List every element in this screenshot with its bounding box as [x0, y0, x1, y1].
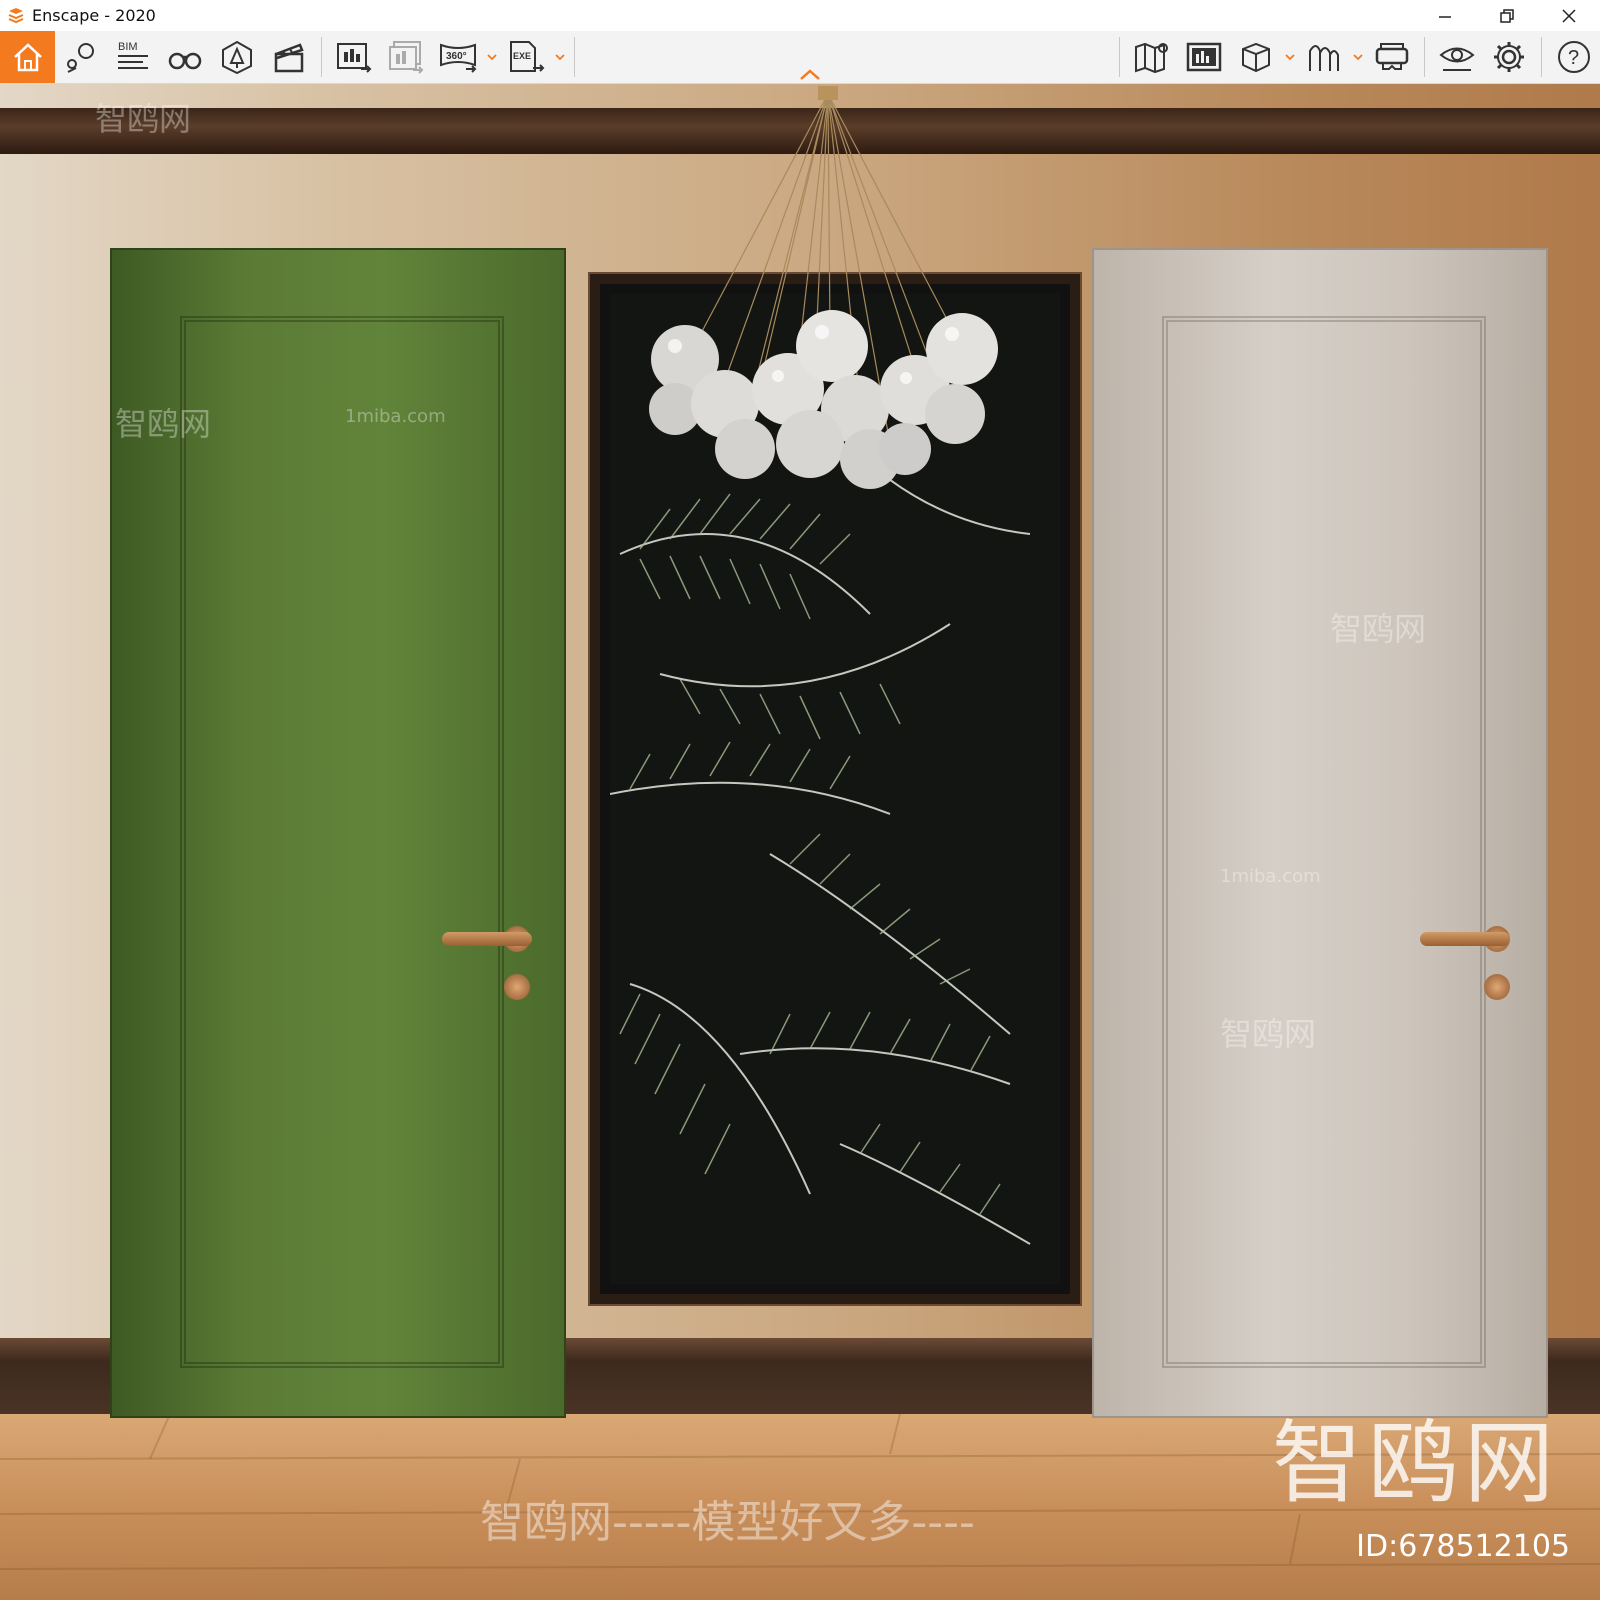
minimize-icon: [1439, 15, 1451, 18]
minimap-button[interactable]: [1126, 31, 1178, 83]
door-handle: [1420, 932, 1510, 946]
video-editor-icon: [274, 43, 304, 73]
vr-headset-button[interactable]: [1366, 31, 1418, 83]
panorama-label: 360°: [446, 51, 467, 62]
render-viewport[interactable]: 智鸥网 智鸥网 1miba.com 智鸥网 1miba.com 智鸥网 智鸥网-…: [0, 84, 1600, 1600]
render-view-button[interactable]: [1178, 31, 1230, 83]
settings-icon: [1494, 42, 1524, 72]
toolbar-separator: [574, 37, 575, 77]
window-title: Enscape - 2020: [32, 6, 156, 25]
asset-library-icon: [222, 40, 252, 75]
title-bar: Enscape - 2020: [0, 0, 1600, 31]
watermark-text: 智鸥网: [1330, 610, 1427, 648]
minimap-icon: [1135, 42, 1168, 74]
chevron-down-icon: [1353, 54, 1363, 61]
enscape-logo-icon: [6, 6, 26, 26]
toolbar-separator: [1424, 37, 1425, 77]
panorama-button[interactable]: 360°: [432, 31, 484, 83]
bubble-chandelier: [620, 84, 1020, 504]
panorama-dropdown-caret[interactable]: [484, 31, 500, 83]
binoculars-icon: [168, 52, 202, 70]
bim-button[interactable]: BIM: [107, 31, 159, 83]
export-dropdown-caret[interactable]: [552, 31, 568, 83]
watermark-text: 智鸥网: [1220, 1015, 1317, 1053]
batch-render-button[interactable]: [380, 31, 432, 83]
door-panel: [180, 316, 504, 1368]
toolbar-separator: [1541, 37, 1542, 77]
grey-door: [1092, 248, 1548, 1418]
chevron-down-icon: [1285, 54, 1295, 61]
vr-headset-icon: [1375, 43, 1409, 70]
door-panel: [1162, 316, 1486, 1368]
chevron-down-icon: [555, 54, 565, 61]
home-icon: [13, 43, 42, 72]
help-icon: ?: [1558, 41, 1590, 73]
render-screenshot-icon: [337, 43, 372, 73]
cube-dropdown-caret[interactable]: [1282, 31, 1298, 83]
close-button[interactable]: [1538, 0, 1600, 31]
watermark-text: 智鸥网: [115, 405, 212, 443]
home-button[interactable]: [0, 31, 55, 83]
help-button[interactable]: ?: [1548, 31, 1600, 83]
watermark-id: ID:678512105: [1356, 1529, 1570, 1564]
render-screenshot-button[interactable]: [328, 31, 380, 83]
asset-library-button[interactable]: [211, 31, 263, 83]
door-lock: [504, 974, 530, 1000]
watermark-center-text: 智鸥网-----模型好又多----: [480, 1497, 975, 1548]
restore-icon: [1500, 8, 1514, 23]
render-view-icon: [1186, 42, 1222, 72]
chevron-up-icon: [800, 69, 820, 80]
restore-button[interactable]: [1476, 0, 1538, 31]
toolbar-separator: [1119, 37, 1120, 77]
close-icon: [1562, 8, 1576, 23]
watermark-text: 智鸥网: [95, 100, 192, 138]
batch-render-icon: [389, 41, 424, 74]
atmosphere-icon: [1309, 45, 1339, 71]
bim-label: BIM: [118, 41, 138, 53]
export-exe-label: EXE: [513, 51, 531, 61]
cube-icon: [1242, 42, 1270, 73]
visual-settings-button[interactable]: [1431, 31, 1483, 83]
export-exe-icon: EXE: [510, 41, 545, 72]
bim-icon: BIM: [118, 41, 148, 69]
settings-button[interactable]: [1483, 31, 1535, 83]
watermark-small-text: 1miba.com: [1220, 866, 1321, 887]
export-exe-button[interactable]: EXE: [500, 31, 552, 83]
atmosphere-dropdown-caret[interactable]: [1350, 31, 1366, 83]
cube-button[interactable]: [1230, 31, 1282, 83]
collapse-toolbar-button[interactable]: [798, 67, 822, 83]
help-label: ?: [1568, 47, 1579, 69]
atmosphere-button[interactable]: [1298, 31, 1350, 83]
minimize-button[interactable]: [1414, 0, 1476, 31]
panorama-360-icon: 360°: [440, 43, 477, 73]
walk-mode-button[interactable]: [159, 31, 211, 83]
view-management-button[interactable]: [55, 31, 107, 83]
chandelier-graphic: [649, 86, 998, 489]
door-handle: [442, 932, 532, 946]
video-editor-button[interactable]: [263, 31, 315, 83]
watermark-small-text: 1miba.com: [345, 406, 446, 427]
watermark-large-logo: 智鸥网: [1272, 1411, 1560, 1516]
toolbar-separator: [321, 37, 322, 77]
chevron-down-icon: [487, 54, 497, 61]
visual-settings-icon: [1439, 47, 1475, 71]
view-management-icon: [67, 43, 94, 73]
door-lock: [1484, 974, 1510, 1000]
